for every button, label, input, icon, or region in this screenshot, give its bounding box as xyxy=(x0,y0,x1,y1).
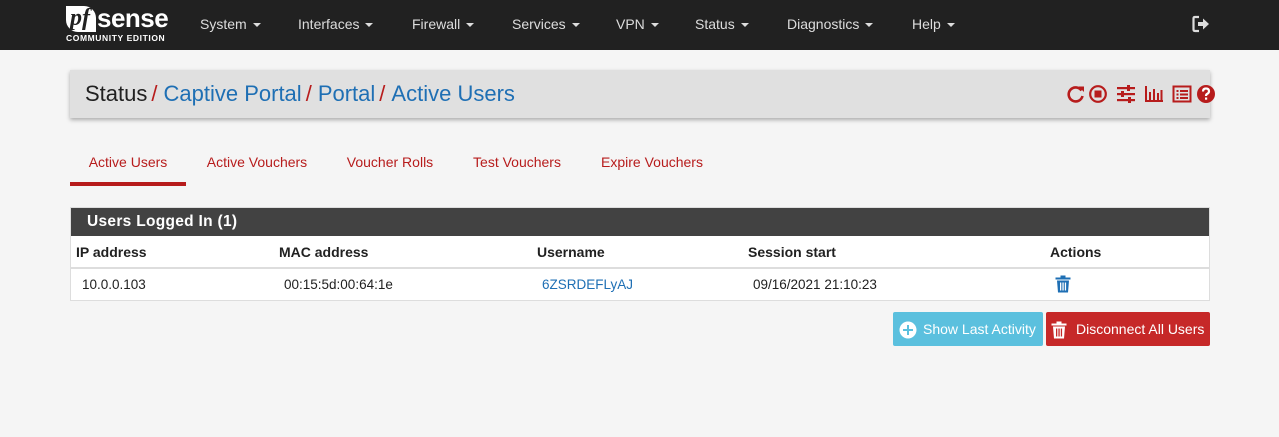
panel-title: Users Logged In (1) xyxy=(87,213,238,230)
logo-pf-mark: pf xyxy=(66,5,96,32)
caret-down-icon xyxy=(365,23,374,28)
caret-down-icon xyxy=(650,23,659,28)
logout-icon[interactable] xyxy=(1192,15,1210,33)
users-logged-in-panel: Users Logged In (1) IP address MAC addre… xyxy=(70,207,1210,301)
nav-label: Services xyxy=(512,16,566,32)
disconnect-all-users-label: Disconnect All Users xyxy=(1076,321,1205,337)
nav-help[interactable]: Help xyxy=(912,0,955,50)
caret-down-icon xyxy=(252,23,261,28)
tab-label: Active Vouchers xyxy=(206,154,308,170)
breadcrumb-separator: / xyxy=(305,81,312,106)
tab-voucher-rolls[interactable]: Voucher Rolls xyxy=(338,148,442,186)
cell-ip-address: 10.0.0.103 xyxy=(82,277,146,292)
breadcrumb-separator: / xyxy=(379,81,386,106)
show-last-activity-label: Show Last Activity xyxy=(923,321,1036,337)
trash-icon[interactable] xyxy=(1055,275,1071,293)
log-list-icon[interactable] xyxy=(1172,84,1192,104)
tab-label: Expire Vouchers xyxy=(601,154,703,170)
caret-down-icon xyxy=(466,23,475,28)
column-header-session-start: Session start xyxy=(748,244,836,260)
nav-vpn[interactable]: VPN xyxy=(616,0,659,50)
breadcrumb-link-portal[interactable]: Portal xyxy=(318,81,375,106)
column-header-mac-address: MAC address xyxy=(279,244,369,260)
panel-heading: Users Logged In (1) xyxy=(71,208,1209,236)
breadcrumb-icons xyxy=(1066,84,1215,104)
top-navbar: pf sense COMMUNITY EDITION System Interf… xyxy=(0,0,1279,50)
stop-circle-icon[interactable] xyxy=(1088,84,1108,104)
disconnect-all-users-button[interactable]: Disconnect All Users xyxy=(1046,312,1210,346)
breadcrumb-link-captive-portal[interactable]: Captive Portal xyxy=(164,81,302,106)
sliders-icon[interactable] xyxy=(1116,84,1136,104)
cell-mac-address: 00:15:5d:00:64:1e xyxy=(284,277,393,292)
plus-circle-icon xyxy=(899,321,917,339)
help-icon[interactable] xyxy=(1196,84,1216,104)
nav-label: System xyxy=(200,16,247,32)
tab-test-vouchers[interactable]: Test Vouchers xyxy=(464,148,570,186)
nav-label: VPN xyxy=(616,16,645,32)
breadcrumb-root: Status xyxy=(85,81,148,106)
nav-interfaces[interactable]: Interfaces xyxy=(298,0,374,50)
caret-down-icon xyxy=(571,23,580,28)
caret-down-icon xyxy=(946,23,955,28)
nav-services[interactable]: Services xyxy=(512,0,580,50)
refresh-icon[interactable] xyxy=(1066,84,1086,104)
nav-label: Help xyxy=(912,16,941,32)
caret-down-icon xyxy=(740,23,749,28)
nav-diagnostics[interactable]: Diagnostics xyxy=(787,0,874,50)
breadcrumb-separator: / xyxy=(151,81,158,106)
nav-firewall[interactable]: Firewall xyxy=(412,0,475,50)
nav-label: Firewall xyxy=(412,16,461,32)
trash-icon xyxy=(1051,321,1067,339)
table-header-divider xyxy=(71,267,1209,269)
column-header-username: Username xyxy=(537,244,605,260)
breadcrumb-link-active-users[interactable]: Active Users xyxy=(391,81,514,106)
nav-status[interactable]: Status xyxy=(695,0,749,50)
logo-sense-text: sense xyxy=(97,3,169,33)
show-last-activity-button[interactable]: Show Last Activity xyxy=(893,312,1043,346)
pfsense-logo[interactable]: pf sense COMMUNITY EDITION xyxy=(66,3,174,46)
column-header-actions: Actions xyxy=(1050,244,1102,260)
nav-system[interactable]: System xyxy=(200,0,261,50)
tab-active-vouchers[interactable]: Active Vouchers xyxy=(196,148,318,186)
column-header-ip-address: IP address xyxy=(76,244,147,260)
logo-pf-text: pf xyxy=(70,5,90,31)
nav-label: Status xyxy=(695,16,735,32)
caret-down-icon xyxy=(865,23,874,28)
tab-expire-vouchers[interactable]: Expire Vouchers xyxy=(592,148,712,186)
tab-label: Voucher Rolls xyxy=(346,154,434,170)
cell-session-start: 09/16/2021 21:10:23 xyxy=(753,277,877,292)
breadcrumb-bar: Status / Captive Portal / Portal / Active User… xyxy=(70,70,1215,118)
tab-label: Test Vouchers xyxy=(473,154,561,170)
tab-active-users[interactable]: Active Users xyxy=(70,148,186,186)
nav-label: Interfaces xyxy=(298,16,360,32)
breadcrumb: Status / Captive Portal / Portal / Active User… xyxy=(85,81,515,107)
cell-username-link[interactable]: 6ZSRDEFLyAJ xyxy=(542,277,633,292)
logo-edition-text: COMMUNITY EDITION xyxy=(66,33,166,43)
bar-chart-icon[interactable] xyxy=(1144,84,1164,104)
tab-label: Active Users xyxy=(88,154,168,170)
nav-label: Diagnostics xyxy=(787,16,860,32)
